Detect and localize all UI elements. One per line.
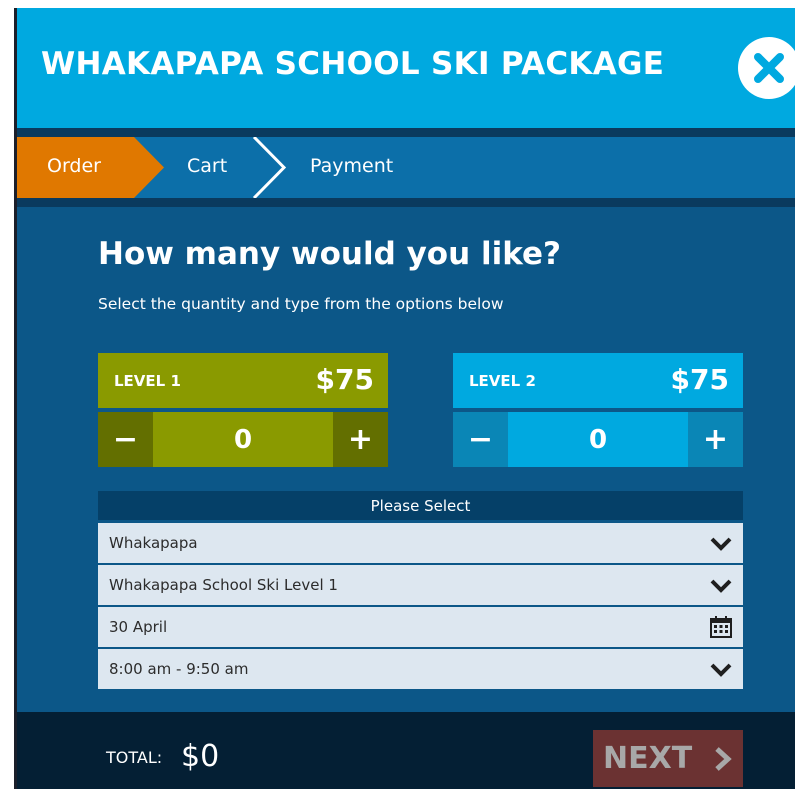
level-1-header: LEVEL 1 $75 — [98, 353, 388, 408]
package-select[interactable]: Whakapapa School Ski Level 1 — [98, 565, 743, 605]
location-select[interactable]: Whakapapa — [98, 523, 743, 563]
close-icon — [754, 53, 784, 83]
chevron-down-icon — [710, 537, 732, 551]
total-label: TOTAL: — [106, 748, 163, 767]
level-1-quantity-stepper: − 0 + — [98, 412, 388, 467]
level-2-increment-button[interactable]: + — [688, 412, 743, 467]
package-value: Whakapapa School Ski Level 1 — [109, 576, 338, 594]
level-1-increment-button[interactable]: + — [333, 412, 388, 467]
level-1-price: $75 — [315, 363, 374, 396]
step-order[interactable]: Order — [47, 155, 101, 177]
level-2-price: $75 — [670, 363, 729, 396]
level-2-decrement-button[interactable]: − — [453, 412, 508, 467]
select-header: Please Select — [98, 491, 743, 520]
level-2-card: LEVEL 2 $75 − 0 + — [453, 353, 743, 467]
level-2-quantity-stepper: − 0 + — [453, 412, 743, 467]
level-2-label: LEVEL 2 — [469, 372, 536, 390]
main-subtitle: Select the quantity and type from the op… — [98, 295, 504, 313]
main-title: How many would you like? — [98, 236, 561, 272]
location-value: Whakapapa — [109, 534, 198, 552]
chevron-down-icon — [710, 663, 732, 677]
chevron-right-icon — [715, 747, 732, 771]
chevron-down-icon — [710, 579, 732, 593]
level-1-decrement-button[interactable]: − — [98, 412, 153, 467]
date-value: 30 April — [109, 618, 168, 636]
page-title: WHAKAPAPA SCHOOL SKI PACKAGE — [41, 46, 665, 82]
step-payment[interactable]: Payment — [310, 155, 393, 177]
date-picker[interactable]: 30 April — [98, 607, 743, 647]
level-1-label: LEVEL 1 — [114, 372, 181, 390]
steps-arrows — [17, 137, 287, 198]
total-value: $0 — [181, 739, 220, 774]
close-button[interactable] — [738, 37, 795, 99]
level-2-header: LEVEL 2 $75 — [453, 353, 743, 408]
steps-divider-bottom — [17, 198, 795, 207]
level-2-quantity[interactable]: 0 — [508, 412, 688, 467]
checkout-steps: Order Cart Payment — [17, 137, 795, 198]
ski-package-modal: WHAKAPAPA SCHOOL SKI PACKAGE Order Cart … — [14, 8, 795, 789]
steps-divider-top — [17, 128, 795, 137]
modal-header: WHAKAPAPA SCHOOL SKI PACKAGE — [17, 8, 795, 128]
calendar-icon — [710, 616, 732, 638]
step-cart[interactable]: Cart — [187, 155, 227, 177]
modal-footer: TOTAL: $0 NEXT — [17, 712, 795, 789]
next-label: NEXT — [603, 741, 693, 776]
level-1-card: LEVEL 1 $75 − 0 + — [98, 353, 388, 467]
time-value: 8:00 am - 9:50 am — [109, 660, 249, 678]
next-button[interactable]: NEXT — [593, 730, 743, 787]
level-1-quantity[interactable]: 0 — [153, 412, 333, 467]
time-select[interactable]: 8:00 am - 9:50 am — [98, 649, 743, 689]
